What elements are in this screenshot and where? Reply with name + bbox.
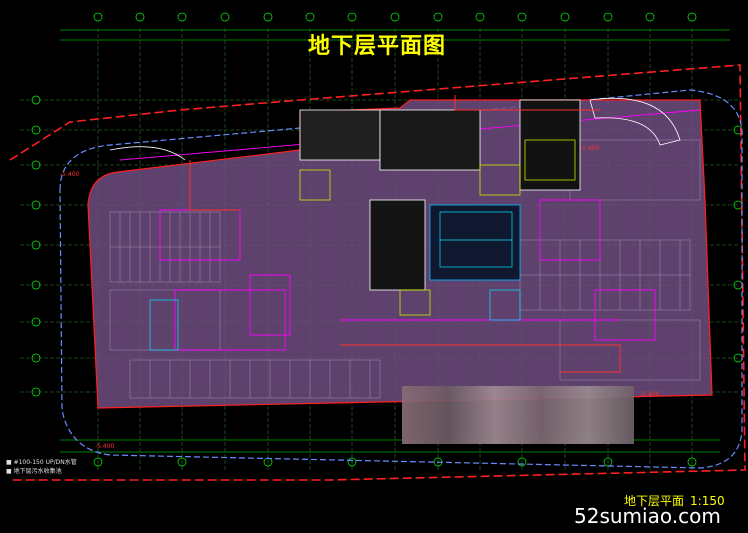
watermark: 52sumiao.com: [574, 504, 721, 528]
legend-notes: ■ #100-150 UP/DN水管 ■ 地下层污水收集池: [6, 458, 77, 476]
svg-text:-5.400: -5.400: [95, 443, 115, 450]
legend-note: ■ 地下层污水收集池: [6, 468, 62, 475]
svg-text:-5.400: -5.400: [60, 171, 80, 178]
floor-plan-drawing: -5.400 -5.400 -5.400 -5.400: [9, 12, 746, 481]
legend-note: ■ #100-150 UP/DN水管: [6, 459, 77, 466]
svg-text:-5.400: -5.400: [580, 145, 600, 152]
svg-text:-5.400: -5.400: [640, 391, 660, 398]
redacted-area: [402, 386, 634, 444]
drawing-title: 地下层平面图: [308, 34, 447, 59]
